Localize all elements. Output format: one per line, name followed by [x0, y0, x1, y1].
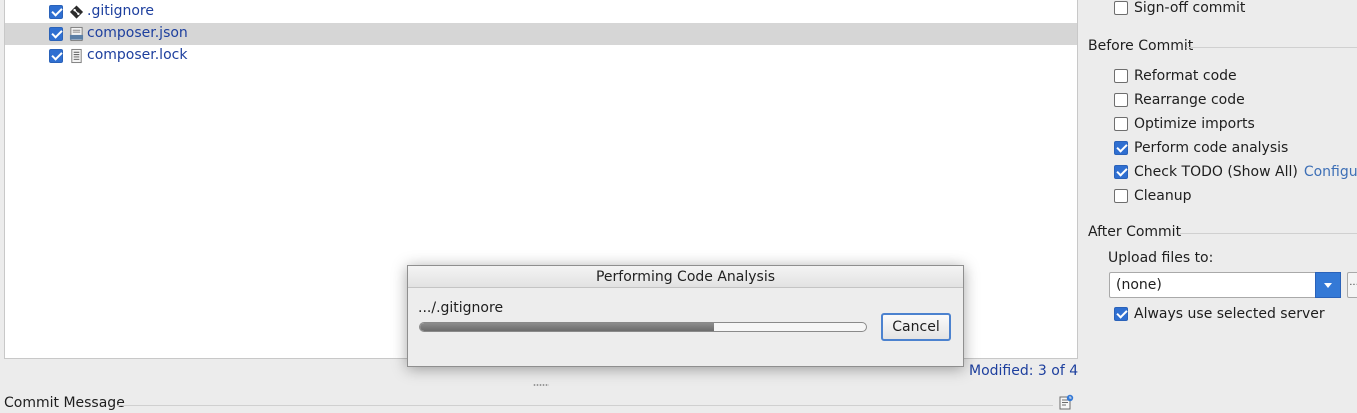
always-use-checkbox[interactable]: [1114, 307, 1128, 321]
upload-more-button[interactable]: ...: [1347, 272, 1357, 298]
commit-message-divider: [118, 405, 1053, 406]
always-use-label: Always use selected server: [1134, 306, 1325, 322]
json-icon: [69, 26, 84, 42]
text-file-icon: [71, 48, 82, 64]
cleanup-checkbox[interactable]: [1114, 189, 1128, 203]
before-commit-divider: [1186, 47, 1357, 48]
code-analysis-dialog: Performing Code Analysis .../.gitignore …: [407, 265, 964, 367]
cleanup-label: Cleanup: [1134, 188, 1192, 204]
reformat-checkbox[interactable]: [1114, 69, 1128, 83]
optimize-checkbox[interactable]: [1114, 117, 1128, 131]
optimize-label: Optimize imports: [1134, 116, 1255, 132]
reformat-label: Reformat code: [1134, 68, 1237, 84]
current-file-path: .../.gitignore: [418, 300, 504, 316]
file-row-composer-lock[interactable]: composer.lock: [5, 45, 1077, 67]
splitter-handle[interactable]: [533, 383, 549, 387]
analysis-label: Perform code analysis: [1134, 140, 1289, 156]
analysis-option[interactable]: Perform code analysis: [1114, 138, 1288, 158]
upload-server-value: (none): [1116, 277, 1162, 293]
file-row-gitignore[interactable]: .gitignore: [5, 1, 1077, 23]
rearrange-checkbox[interactable]: [1114, 93, 1128, 107]
signoff-option[interactable]: Sign-off commit: [1114, 0, 1245, 18]
file-name: composer.lock: [87, 47, 188, 63]
modified-count[interactable]: Modified: 3 of 4: [969, 363, 1078, 379]
analysis-checkbox[interactable]: [1114, 141, 1128, 155]
rearrange-option[interactable]: Rearrange code: [1114, 90, 1245, 110]
chevron-down-icon[interactable]: [1315, 272, 1341, 298]
commit-history-icon[interactable]: [1058, 394, 1074, 410]
upload-server-select[interactable]: (none): [1109, 272, 1341, 298]
commit-changes-window: .gitignore composer.json composer.lock S…: [0, 0, 1357, 413]
after-commit-divider: [1180, 233, 1357, 234]
file-checkbox-gitignore[interactable]: [49, 5, 63, 19]
always-use-option[interactable]: Always use selected server: [1114, 304, 1325, 324]
file-checkbox-composer-json[interactable]: [49, 27, 63, 41]
after-commit-title: After Commit: [1088, 224, 1182, 240]
progress-fill: [420, 323, 715, 331]
upload-label: Upload files to:: [1108, 250, 1214, 266]
signoff-label: Sign-off commit: [1134, 0, 1246, 16]
before-commit-title: Before Commit: [1088, 38, 1194, 54]
file-row-composer-json[interactable]: composer.json: [5, 23, 1077, 45]
rearrange-label: Rearrange code: [1134, 92, 1245, 108]
todo-checkbox[interactable]: [1114, 165, 1128, 179]
file-name: .gitignore: [87, 3, 154, 19]
file-name: composer.json: [87, 25, 188, 41]
cancel-button[interactable]: Cancel: [881, 313, 951, 341]
analysis-progress-bar: [419, 322, 867, 332]
todo-label: Check TODO (Show All): [1134, 164, 1298, 180]
todo-option[interactable]: Check TODO (Show All) Configure: [1114, 162, 1357, 182]
reformat-option[interactable]: Reformat code: [1114, 66, 1237, 86]
optimize-option[interactable]: Optimize imports: [1114, 114, 1255, 134]
git-icon: [69, 5, 84, 19]
dialog-title: Performing Code Analysis: [408, 266, 963, 288]
signoff-checkbox[interactable]: [1114, 1, 1128, 15]
todo-configure-link[interactable]: Configure: [1304, 164, 1357, 180]
commit-options-panel: Sign-off commit Before Commit Reformat c…: [1080, 0, 1357, 413]
cleanup-option[interactable]: Cleanup: [1114, 186, 1192, 206]
commit-message-label: Commit Message: [4, 395, 125, 411]
file-checkbox-composer-lock[interactable]: [49, 49, 63, 63]
